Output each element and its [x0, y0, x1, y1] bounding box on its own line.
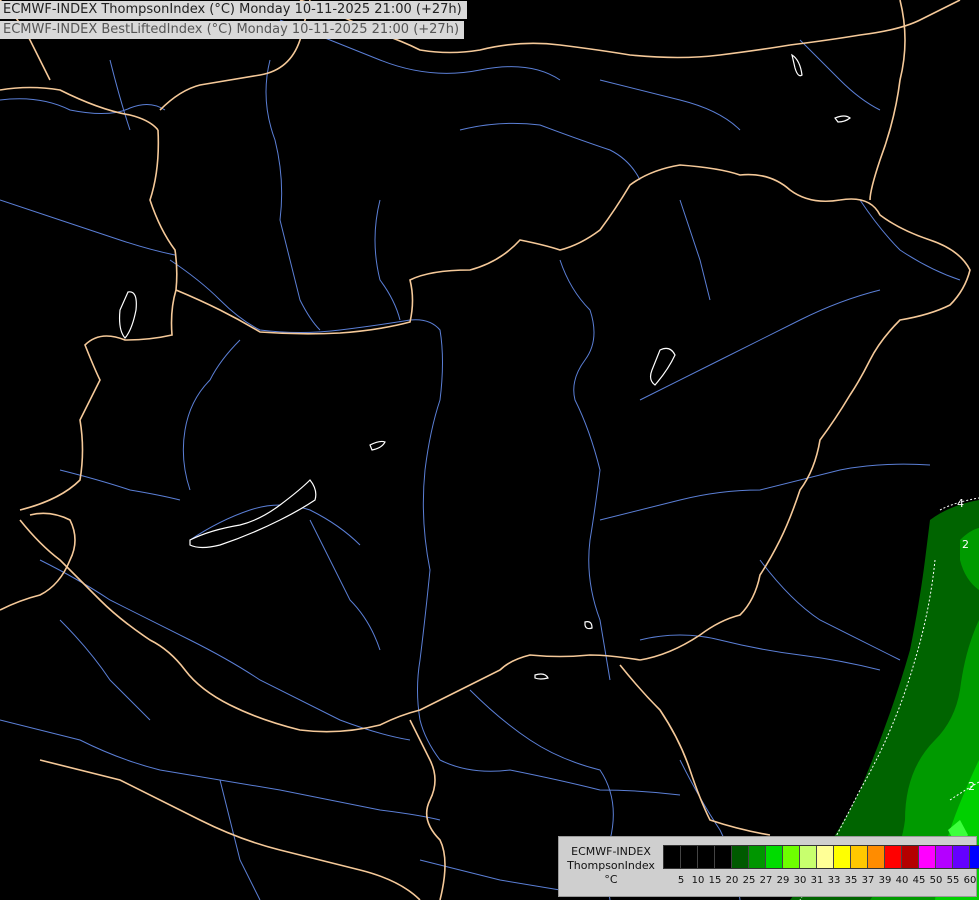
contour-label-b: 2	[968, 780, 975, 793]
contour-label-a: 4	[957, 497, 964, 510]
legend-unit: °C	[604, 873, 618, 886]
legend-tick-label: 45	[912, 875, 926, 886]
legend-tick-label: 33	[827, 875, 841, 886]
legend-swatch	[953, 846, 970, 868]
contour-label-c: 2	[962, 538, 969, 551]
legend-swatch	[868, 846, 885, 868]
legend-swatch	[664, 846, 681, 868]
legend-swatch	[902, 846, 919, 868]
legend-swatch	[936, 846, 953, 868]
legend-tick-label: 40	[895, 875, 909, 886]
legend-swatch	[919, 846, 936, 868]
legend-swatch	[698, 846, 715, 868]
legend-tick-label: 10	[691, 875, 705, 886]
legend-swatch	[766, 846, 783, 868]
legend-tick-label: 29	[776, 875, 790, 886]
legend-model: ECMWF-INDEX	[571, 845, 651, 858]
lake-small-1	[584, 621, 593, 630]
legend-swatch	[970, 846, 979, 868]
legend-tick-label: 31	[810, 875, 824, 886]
legend-tick-label: 35	[844, 875, 858, 886]
legend-tick-label: 37	[861, 875, 875, 886]
map-title-bestlifted: ECMWF-INDEX BestLiftedIndex (°C) Monday …	[0, 21, 465, 39]
legend-swatch	[681, 846, 698, 868]
legend-swatch	[749, 846, 766, 868]
legend-tick-label: 15	[708, 875, 722, 886]
legend-swatches	[663, 845, 979, 869]
legend-tick-label: 39	[878, 875, 892, 886]
legend-tick-label: 25	[742, 875, 756, 886]
legend-tick-label: 27	[759, 875, 773, 886]
legend-tick-label: 50	[929, 875, 943, 886]
legend-swatch	[834, 846, 851, 868]
legend-swatch	[885, 846, 902, 868]
legend-swatch	[800, 846, 817, 868]
map-title-thompson: ECMWF-INDEX ThompsonIndex (°C) Monday 10…	[0, 1, 467, 19]
legend-tick-label: 5	[677, 875, 685, 886]
legend-swatch	[817, 846, 834, 868]
legend-tick-label: 60	[963, 875, 977, 886]
legend-swatch	[732, 846, 749, 868]
legend-swatch	[715, 846, 732, 868]
legend-parameter: ThompsonIndex	[567, 859, 655, 872]
legend-swatch	[851, 846, 868, 868]
legend-swatch	[783, 846, 800, 868]
legend-tick-label: 20	[725, 875, 739, 886]
legend-ticks: 5 10 15 20 25 27 29 30 31 33 35 37 39 40 45 50 55 60	[663, 875, 979, 889]
legend-title: ECMWF-INDEX ThompsonIndex °C	[563, 845, 659, 887]
color-legend: ECMWF-INDEX ThompsonIndex °C 5 10 15 20 25 27…	[558, 836, 979, 897]
legend-tick-label: 55	[946, 875, 960, 886]
weather-map: 4 2 2	[0, 0, 979, 900]
legend-tick-label: 30	[793, 875, 807, 886]
